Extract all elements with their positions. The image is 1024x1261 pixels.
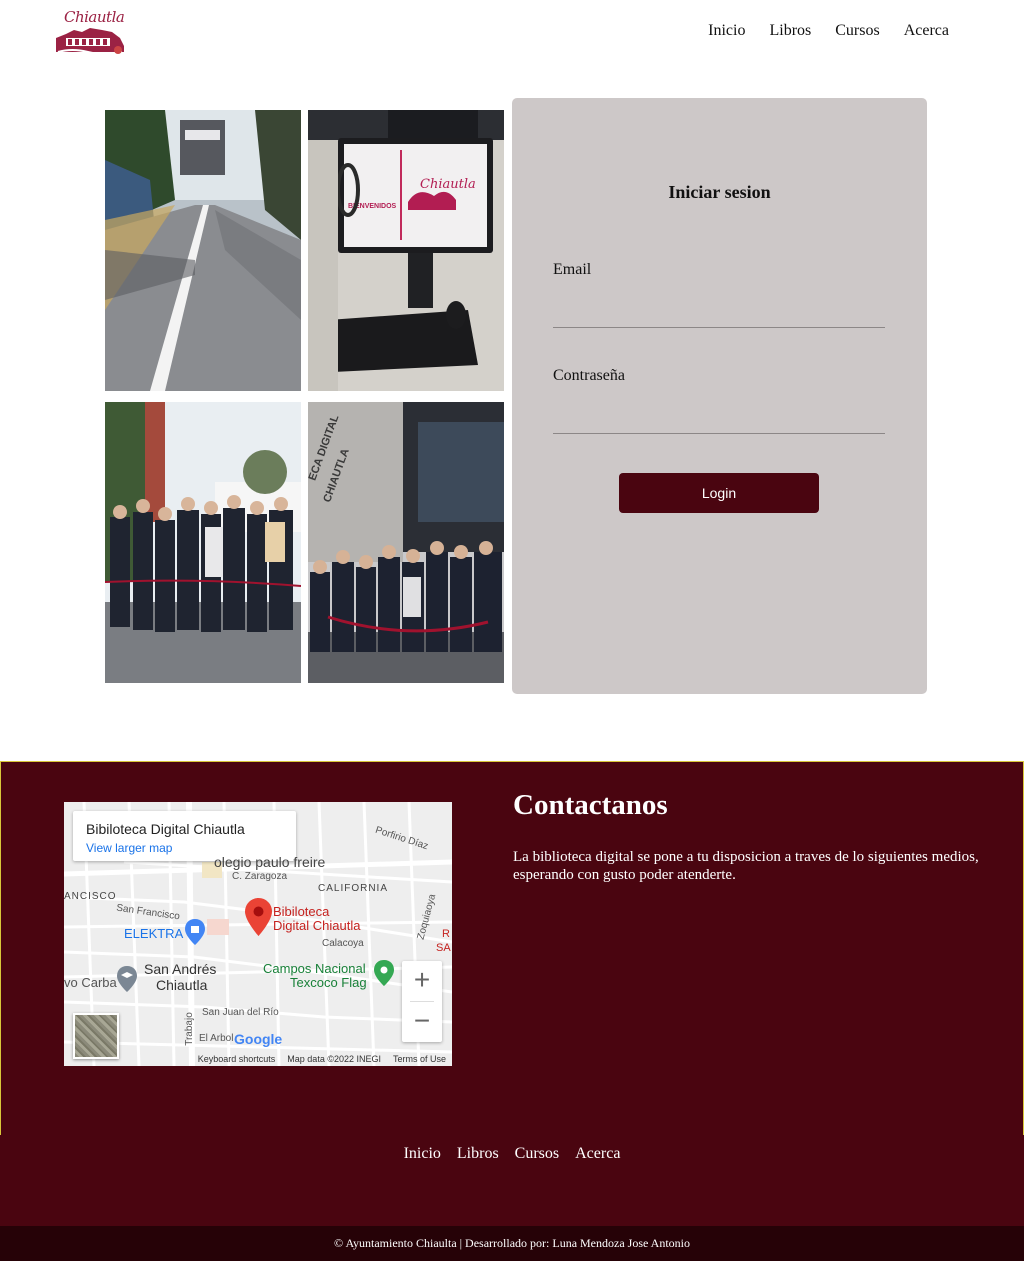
footer-nav-cursos[interactable]: Cursos — [515, 1145, 559, 1163]
zoom-in-button[interactable]: + — [402, 961, 442, 1001]
school-pin-icon[interactable] — [117, 966, 137, 992]
ribbon-cutting-photo-1 — [105, 402, 301, 683]
map-label-trabajo: Trabajo — [183, 1012, 195, 1046]
map-label-francisco-edge: ANCISCO — [64, 891, 117, 902]
map-label-calacoya: Calacoya — [322, 938, 364, 949]
nav-cursos[interactable]: Cursos — [835, 22, 879, 40]
flag-pin-icon[interactable] — [374, 960, 394, 986]
photo-gallery: BIENVENIDOS Chiautla ECA DIGITAL CHIAUTL… — [105, 110, 504, 683]
map-place-title: Bibiloteca Digital Chiautla — [86, 821, 245, 837]
street-photo — [105, 110, 301, 391]
logo-building-icon — [56, 28, 124, 55]
nav-acerca[interactable]: Acerca — [904, 22, 949, 40]
contact-description: La biblioteca digital se pone a tu dispo… — [513, 849, 979, 883]
email-label: Email — [553, 261, 592, 278]
login-card: Iniciar sesion Email Contraseña Login — [512, 98, 927, 694]
map-footer: Keyboard shortcuts Map data ©2022 INEGI … — [64, 1052, 452, 1066]
password-label: Contraseña — [553, 367, 625, 384]
map-zoom-controls: + − — [402, 961, 442, 1042]
terms-of-use-link[interactable]: Terms of Use — [393, 1052, 446, 1066]
nav-libros[interactable]: Libros — [769, 22, 811, 40]
computer-photo: BIENVENIDOS Chiautla — [308, 110, 504, 391]
contact-section: Bibiloteca Digital Chiautla View larger … — [0, 761, 1024, 1136]
zoom-out-button[interactable]: − — [402, 1002, 442, 1042]
main-nav: Inicio Libros Cursos Acerca — [708, 22, 949, 40]
map-label-san-andres: San Andrés — [144, 961, 217, 977]
map-label-elektra[interactable]: ELEKTRA — [124, 927, 183, 940]
map-label-biblioteca[interactable]: Bibiloteca — [273, 905, 329, 918]
copyright-bar: © Ayuntamiento Chiaulta | Desarrollado p… — [0, 1226, 1024, 1261]
footer-nav-acerca[interactable]: Acerca — [575, 1145, 620, 1163]
monitor-brand-text: Chiautla — [420, 177, 476, 192]
map-label-campos[interactable]: Campos Nacional — [263, 962, 366, 975]
ribbon-cutting-photo-2: ECA DIGITAL CHIAUTLA — [308, 402, 504, 683]
map-label-texcoco[interactable]: Texcoco Flag — [290, 976, 367, 989]
map-label-carba: vo Carba — [64, 975, 117, 990]
chiautla-logo[interactable]: Chiautla — [52, 8, 128, 60]
contact-title: Contactanos — [513, 789, 668, 821]
password-field[interactable] — [553, 401, 885, 434]
map-label-biblioteca-2[interactable]: Digital Chiautla — [273, 919, 360, 932]
footer-nav-libros[interactable]: Libros — [457, 1145, 499, 1163]
keyboard-shortcuts-link[interactable]: Keyboard shortcuts — [198, 1052, 276, 1066]
shopping-bag-pin-icon[interactable] — [185, 919, 205, 945]
site-header: Chiautla Inicio Libros Cursos Acerca — [0, 0, 1024, 66]
map-label-san-juan: San Juan del Río — [202, 1007, 279, 1018]
map-label-chiautla: Chiautla — [156, 977, 208, 993]
nav-inicio[interactable]: Inicio — [708, 22, 745, 40]
map-data-attribution: Map data ©2022 INEGI — [287, 1054, 381, 1064]
login-title: Iniciar sesion — [668, 182, 771, 202]
email-field[interactable] — [553, 295, 885, 328]
login-button[interactable]: Login — [619, 473, 819, 513]
map-label-edge-r: R — [442, 928, 450, 940]
map-label-arbol: El Arbol — [199, 1033, 234, 1044]
view-larger-map-link[interactable]: View larger map — [86, 841, 172, 855]
footer-nav: Inicio Libros Cursos Acerca — [0, 1145, 1024, 1163]
embedded-map[interactable]: Bibiloteca Digital Chiautla View larger … — [64, 802, 452, 1066]
site-footer: Inicio Libros Cursos Acerca — [0, 1135, 1024, 1226]
map-label-school: olegio paulo freire — [214, 854, 326, 870]
location-pin-icon[interactable] — [245, 898, 272, 936]
footer-nav-inicio[interactable]: Inicio — [404, 1145, 441, 1163]
map-label-edge-sa: SA — [436, 942, 451, 954]
map-label-california: CALIFORNIA — [318, 883, 389, 894]
google-logo: Google — [234, 1031, 283, 1047]
map-label-zaragoza: C. Zaragoza — [232, 871, 288, 882]
